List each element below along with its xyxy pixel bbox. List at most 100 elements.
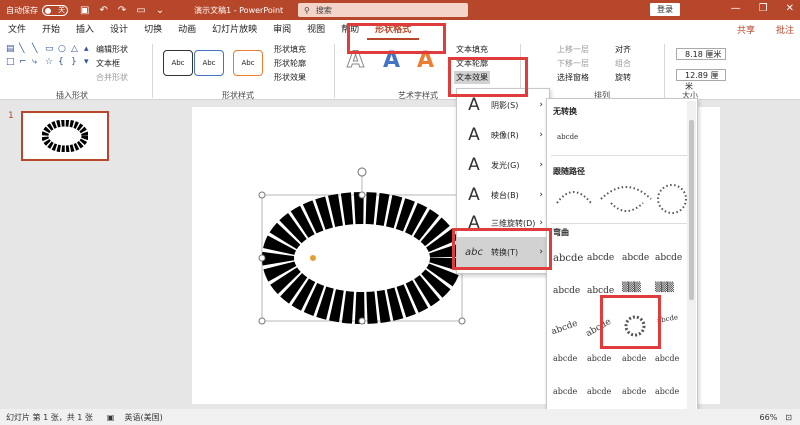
slide-thumbnail[interactable] [21, 111, 109, 161]
merge-shapes-button[interactable]: 合并形状 [96, 72, 128, 83]
adjust-handle[interactable] [309, 254, 317, 262]
autosave-toggle[interactable]: 关 [42, 4, 68, 16]
rotate-button[interactable]: 旋转 [615, 72, 631, 83]
brace-shape-icon[interactable]: { [58, 57, 68, 67]
line-shape-icon[interactable]: ╲ [19, 44, 29, 54]
more-shapes-icon[interactable]: ▾ [84, 57, 94, 67]
comments-button[interactable]: 批注 [776, 23, 794, 36]
shape-style-3[interactable]: Abc [233, 50, 263, 76]
wordart-style-3[interactable]: A [417, 48, 434, 73]
edit-shape-button[interactable]: 编辑形状 [96, 44, 128, 55]
warp-option[interactable]: abcde [550, 319, 579, 338]
tab-animations[interactable]: 动画 [170, 20, 204, 40]
warp-option[interactable]: ▒▒▒ [655, 283, 674, 293]
close-button[interactable]: ✕ [786, 3, 794, 14]
shape-fill-button[interactable]: 形状填充 [274, 44, 306, 55]
fit-slide-icon[interactable]: ⊡ [785, 413, 792, 422]
present-icon[interactable]: ▭ [136, 5, 145, 16]
login-button[interactable]: 登录 [650, 3, 680, 16]
oval-shape-icon[interactable]: ○ [58, 44, 68, 54]
tab-transitions[interactable]: 切换 [136, 20, 170, 40]
shape-style-1[interactable]: Abc [163, 50, 193, 76]
tab-shape-format[interactable]: 形状格式 [367, 20, 420, 40]
more-shapes-icon[interactable]: ▴ [84, 44, 94, 54]
rectangle-shape-icon[interactable]: ▭ [45, 44, 55, 54]
warp-option[interactable]: abcde [553, 387, 577, 396]
warp-option[interactable]: abcde [655, 253, 682, 263]
align-button[interactable]: 对齐 [615, 44, 631, 55]
warp-option[interactable]: abcde [622, 253, 649, 263]
undo-icon[interactable]: ↶ [99, 5, 107, 16]
tab-help[interactable]: 帮助 [333, 20, 367, 40]
warp-option[interactable]: abcde [584, 317, 613, 339]
text-effects-button[interactable]: 文本效果 [454, 71, 490, 84]
textbox-shape-icon[interactable]: ▤ [6, 44, 16, 54]
warp-option[interactable]: abcde [655, 387, 679, 396]
resize-handle[interactable] [358, 191, 366, 199]
save-icon[interactable]: ▣ [80, 5, 89, 16]
tab-slideshow[interactable]: 幻灯片放映 [204, 20, 265, 40]
effects-item-transform[interactable]: abc 转换(T) › [457, 237, 549, 267]
no-transform-option[interactable]: abcde [557, 133, 578, 141]
tab-review[interactable]: 审阅 [265, 20, 299, 40]
accessibility-icon[interactable]: ▣ [107, 413, 115, 422]
warp-option[interactable]: abcde [655, 354, 679, 363]
star-shape-icon[interactable]: ☆ [45, 57, 55, 67]
resize-handle[interactable] [258, 254, 266, 262]
rotate-handle-icon[interactable] [357, 167, 367, 177]
shape-gallery[interactable]: ▤ ╲ ╲ ▭ ○ △ ▴ □ ⌐ ⤷ ☆{} ▾ [6, 44, 94, 67]
warp-option[interactable]: abcde [553, 253, 583, 264]
warp-option[interactable]: abcde [622, 354, 646, 363]
effects-item-reflection[interactable]: A 映像(R) › [457, 121, 549, 149]
follow-path-options[interactable] [551, 179, 693, 221]
tab-file[interactable]: 文件 [0, 20, 34, 40]
warp-option[interactable]: ▒▒▒ [622, 283, 641, 293]
wordart-style-2[interactable]: A [383, 48, 400, 73]
bring-forward-button[interactable]: 上移一层 [557, 44, 589, 55]
shape-outline-button[interactable]: 形状轮廓 [274, 58, 306, 69]
warp-circle-option[interactable] [621, 312, 649, 340]
group-button[interactable]: 组合 [615, 58, 631, 69]
send-backward-button[interactable]: 下移一层 [557, 58, 589, 69]
text-fill-button[interactable]: 文本填充 [456, 44, 488, 55]
tab-design[interactable]: 设计 [102, 20, 136, 40]
textbox-button[interactable]: 文本框 [96, 58, 120, 69]
resize-handle[interactable] [458, 317, 466, 325]
warp-option[interactable]: abcde [553, 286, 580, 296]
width-input[interactable]: 12.89 厘米 [676, 69, 726, 91]
effects-item-glow[interactable]: A 发光(G) › [457, 151, 549, 179]
resize-handle[interactable] [258, 191, 266, 199]
effects-item-3d-rotation[interactable]: A 三维旋转(D) › [457, 209, 549, 237]
restore-button[interactable]: ❐ [759, 3, 768, 14]
callout-shape-icon[interactable]: ⌐ [19, 57, 29, 67]
selection-pane-button[interactable]: 选择窗格 [557, 72, 589, 83]
tab-home[interactable]: 开始 [34, 20, 68, 40]
rect-shape-icon[interactable]: □ [6, 57, 16, 67]
shape-effects-button[interactable]: 形状效果 [274, 72, 306, 83]
warp-option[interactable]: abcde [587, 286, 614, 296]
submenu-scrollbar-thumb[interactable] [689, 120, 694, 300]
share-button[interactable]: 共享 [737, 23, 755, 36]
ring-shape[interactable] [255, 160, 470, 330]
brace-shape-icon[interactable]: } [71, 57, 81, 67]
tab-view[interactable]: 视图 [299, 20, 333, 40]
warp-option[interactable]: abcde [587, 354, 611, 363]
warp-option[interactable]: abcde [553, 354, 577, 363]
redo-icon[interactable]: ↷ [118, 5, 126, 16]
shape-style-2[interactable]: Abc [194, 50, 224, 76]
customize-qat-icon[interactable]: ⌄ [156, 5, 164, 16]
effects-item-shadow[interactable]: A 阴影(S) › [457, 91, 549, 119]
search-box[interactable]: ⚲ 搜索 [298, 3, 468, 17]
zoom-level[interactable]: 66% [760, 413, 778, 422]
warp-option[interactable]: abcde [656, 313, 678, 325]
minimize-button[interactable]: — [731, 3, 741, 14]
arrow-shape-icon[interactable]: ⤷ [32, 57, 42, 67]
resize-handle[interactable] [258, 317, 266, 325]
height-input[interactable]: 8.18 厘米 [676, 48, 726, 60]
tab-insert[interactable]: 插入 [68, 20, 102, 40]
warp-option[interactable]: abcde [587, 387, 611, 396]
triangle-shape-icon[interactable]: △ [71, 44, 81, 54]
resize-handle[interactable] [358, 317, 366, 325]
language-indicator[interactable]: 英语(美国) [124, 412, 162, 423]
effects-item-bevel[interactable]: A 棱台(B) › [457, 181, 549, 209]
